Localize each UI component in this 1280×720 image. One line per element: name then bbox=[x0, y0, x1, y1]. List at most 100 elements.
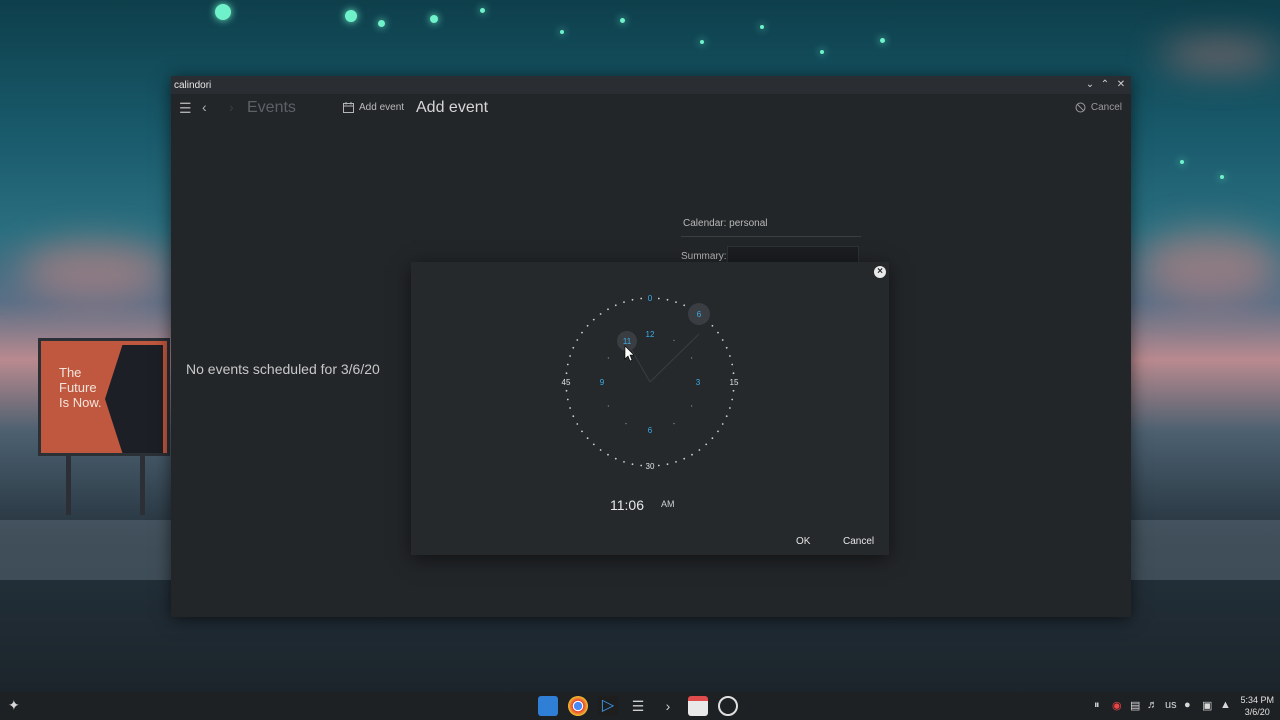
add-event-label: Add event bbox=[359, 102, 405, 113]
minute-tick-dot bbox=[717, 331, 719, 334]
microphone-icon[interactable]: ● bbox=[1184, 699, 1191, 711]
calindori-task-icon[interactable] bbox=[688, 696, 708, 716]
hour-tick-dot bbox=[690, 405, 693, 407]
minimize-button[interactable]: ⌄ bbox=[1084, 79, 1096, 91]
hour-tick-dot bbox=[625, 422, 627, 425]
breadcrumb-events[interactable]: Events bbox=[247, 99, 296, 117]
minute-tick-dot bbox=[691, 453, 693, 456]
hamburger-menu-icon[interactable]: ☰ bbox=[179, 100, 192, 116]
window-title: calindori bbox=[174, 80, 212, 91]
minute-tick-dot bbox=[581, 430, 583, 433]
minute-tick-dot bbox=[565, 372, 568, 375]
minute-tick-dot bbox=[614, 457, 617, 460]
forward-arrow-icon: › bbox=[229, 99, 234, 115]
minute-label-15[interactable]: 15 bbox=[730, 378, 739, 387]
minute-tick-dot bbox=[683, 457, 686, 460]
time-picker-dialog: × 6 11 0 15 30 45 12 3 6 9 11:06 AM OK C… bbox=[411, 262, 889, 555]
minute-tick-dot bbox=[586, 324, 589, 327]
selected-time[interactable]: 11:06 bbox=[610, 497, 644, 513]
clock-time: 5:34 PM bbox=[1240, 695, 1274, 705]
minute-tick-dot bbox=[569, 407, 571, 409]
minute-label-45[interactable]: 45 bbox=[562, 378, 571, 387]
hour-tick-dot bbox=[607, 357, 610, 359]
calendar-field[interactable]: Calendar: personal bbox=[683, 218, 768, 229]
selected-minute-label: 6 bbox=[697, 310, 702, 319]
keyboard-layout[interactable]: us bbox=[1165, 699, 1177, 711]
minute-tick-dot bbox=[732, 372, 735, 375]
clock-date: 3/6/20 bbox=[1244, 707, 1270, 717]
tray-expand-icon[interactable]: ▲ bbox=[1220, 699, 1231, 711]
divider bbox=[681, 236, 861, 237]
minute-tick-dot bbox=[623, 301, 625, 303]
minute-tick-dot bbox=[576, 423, 579, 425]
minute-tick-dot bbox=[572, 346, 575, 349]
record-icon[interactable]: ◉ bbox=[1112, 699, 1122, 712]
back-arrow-icon[interactable]: ‹ bbox=[202, 99, 207, 115]
minute-tick-dot bbox=[607, 453, 609, 456]
page-title: Add event bbox=[416, 99, 489, 116]
minute-tick-dot bbox=[599, 449, 602, 451]
am-pm-toggle[interactable]: AM bbox=[661, 499, 675, 509]
minute-tick-dot bbox=[711, 437, 714, 440]
app-launcher-icon[interactable]: ✦ bbox=[8, 697, 20, 714]
minute-tick-dot bbox=[592, 318, 595, 321]
clipboard-icon[interactable]: ▤ bbox=[1130, 699, 1140, 712]
minute-tick-dot bbox=[640, 297, 643, 300]
clock-face[interactable]: 6 11 0 15 30 45 12 3 6 9 bbox=[411, 262, 889, 492]
minute-tick-dot bbox=[666, 298, 669, 301]
minute-tick-dot bbox=[698, 449, 701, 451]
volume-icon[interactable]: ♬ bbox=[1147, 699, 1158, 711]
hour-label-3[interactable]: 3 bbox=[696, 378, 701, 387]
minute-tick-dot bbox=[666, 463, 669, 466]
minute-label-30[interactable]: 30 bbox=[646, 462, 655, 471]
minute-tick-dot bbox=[721, 339, 724, 341]
close-window-button[interactable]: ✕ bbox=[1115, 79, 1127, 91]
chrome-icon[interactable] bbox=[568, 696, 588, 716]
minute-tick-dot bbox=[705, 443, 708, 446]
vscode-icon[interactable]: ▷ bbox=[598, 696, 618, 716]
cancel-icon bbox=[1075, 102, 1086, 113]
minute-tick-dot bbox=[732, 389, 735, 392]
minute-tick-dot bbox=[729, 355, 731, 357]
minute-tick-dot bbox=[631, 463, 634, 466]
settings-icon[interactable]: ☰ bbox=[628, 696, 648, 716]
minute-tick-dot bbox=[721, 423, 724, 425]
cancel-toolbar-button[interactable]: Cancel bbox=[1075, 102, 1122, 113]
toolbar: ☰ ‹ › Events Add event Add event Cancel bbox=[171, 94, 1131, 122]
cancel-dialog-button[interactable]: Cancel bbox=[843, 536, 874, 547]
hour-tick-dot bbox=[673, 422, 675, 425]
obs-icon[interactable] bbox=[718, 696, 738, 716]
minute-tick-dot bbox=[614, 304, 617, 307]
maximize-button[interactable]: ⌃ bbox=[1099, 79, 1111, 91]
minute-tick-dot bbox=[576, 339, 579, 341]
display-icon[interactable]: ▣ bbox=[1202, 699, 1212, 712]
minute-tick-dot bbox=[631, 298, 634, 301]
pause-icon[interactable]: ⏸ bbox=[1094, 699, 1100, 712]
system-clock[interactable]: 5:34 PM 3/6/20 bbox=[1240, 694, 1274, 718]
hour-tick-dot bbox=[673, 339, 675, 342]
hour-label-9[interactable]: 9 bbox=[600, 378, 605, 387]
cancel-label: Cancel bbox=[1090, 102, 1122, 113]
add-event-button[interactable]: Add event bbox=[343, 102, 404, 113]
ok-button[interactable]: OK bbox=[796, 536, 810, 547]
minute-label-0[interactable]: 0 bbox=[648, 294, 653, 303]
minute-tick-dot bbox=[675, 301, 677, 303]
hour-tick-dot bbox=[607, 405, 610, 407]
minute-tick-dot bbox=[711, 324, 714, 327]
minute-tick-dot bbox=[657, 297, 660, 300]
minute-tick-dot bbox=[683, 304, 686, 307]
minute-tick-dot bbox=[607, 308, 609, 311]
minute-tick-dot bbox=[566, 398, 569, 401]
minute-tick-dot bbox=[592, 443, 595, 446]
terminal-icon[interactable]: › bbox=[658, 696, 678, 716]
hour-label-6[interactable]: 6 bbox=[648, 426, 653, 435]
minute-tick-dot bbox=[572, 415, 575, 418]
hour-tick-dot bbox=[690, 357, 693, 359]
minute-tick-dot bbox=[657, 464, 660, 467]
minute-tick-dot bbox=[725, 346, 728, 349]
hour-label-12[interactable]: 12 bbox=[646, 330, 655, 339]
file-manager-icon[interactable] bbox=[538, 696, 558, 716]
minute-tick-dot bbox=[566, 363, 569, 366]
minute-tick-dot bbox=[599, 313, 602, 315]
minute-tick-dot bbox=[725, 415, 728, 418]
